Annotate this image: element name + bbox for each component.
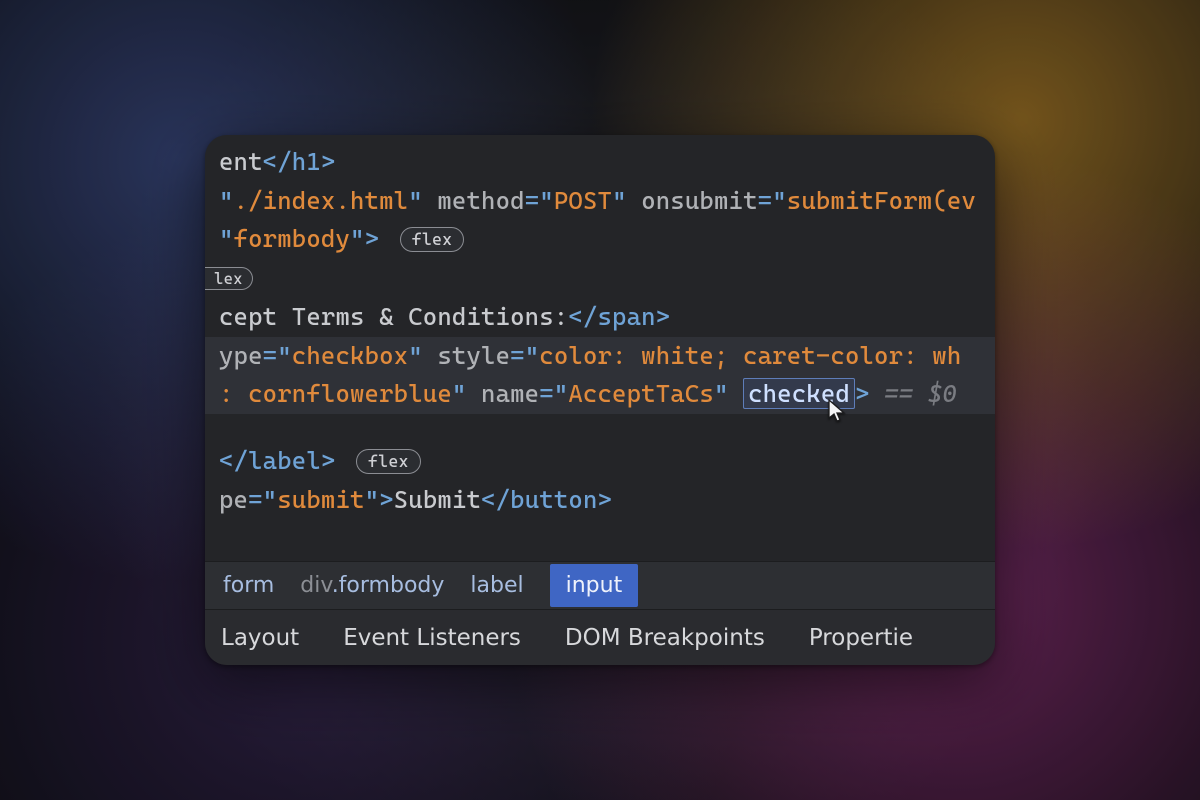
code-line[interactable]: ent</h1> bbox=[205, 143, 995, 182]
code-line[interactable]: lex bbox=[205, 259, 995, 298]
attr-value: submitForm(ev bbox=[787, 186, 976, 215]
attr-name: method bbox=[437, 186, 524, 215]
text-node: cept Terms & Conditions: bbox=[219, 302, 568, 331]
punct: =" bbox=[510, 341, 539, 370]
breadcrumb-label[interactable]: label bbox=[470, 573, 523, 598]
punct: " bbox=[408, 186, 423, 215]
attr-name: onsubmit bbox=[641, 186, 757, 215]
code-line[interactable]: cept Terms & Conditions:</span> bbox=[205, 298, 995, 337]
attr-name: name bbox=[481, 379, 539, 408]
punct: " bbox=[714, 379, 729, 408]
attr-checked-selected[interactable]: checked bbox=[743, 378, 855, 409]
punct: =" bbox=[248, 485, 277, 514]
punct: "> bbox=[350, 224, 379, 253]
side-panel-tabs[interactable]: Layout Event Listeners DOM Breakpoints P… bbox=[205, 609, 995, 665]
attr-value: formbody bbox=[234, 224, 350, 253]
tab-properties[interactable]: Propertie bbox=[809, 625, 913, 651]
attr-value: ./index.html bbox=[234, 186, 409, 215]
code-line[interactable]: "./index.html" method="POST" onsubmit="s… bbox=[205, 182, 995, 221]
attr-value: checkbox bbox=[292, 341, 408, 370]
flex-badge[interactable]: flex bbox=[400, 227, 465, 252]
attr-name: ype bbox=[219, 341, 263, 370]
punct: =" bbox=[263, 341, 292, 370]
breadcrumb-div-formbody[interactable]: div.formbody bbox=[300, 573, 444, 598]
closing-tag-label: </label> bbox=[219, 446, 335, 475]
breadcrumb-tag: div bbox=[300, 573, 331, 598]
text-fragment: ent bbox=[219, 147, 263, 176]
attr-value: AcceptTaCs bbox=[568, 379, 714, 408]
tab-dom-breakpoints[interactable]: DOM Breakpoints bbox=[565, 625, 765, 651]
code-line[interactable]: pe="submit">Submit</button> bbox=[205, 481, 995, 520]
attr-name: pe bbox=[219, 485, 248, 514]
punct: =" bbox=[539, 379, 568, 408]
punct: " bbox=[408, 341, 423, 370]
punct: " bbox=[452, 379, 467, 408]
punct: " bbox=[219, 224, 234, 253]
flex-badge[interactable]: flex bbox=[356, 449, 421, 474]
attr-name: style bbox=[437, 341, 510, 370]
punct: " bbox=[612, 186, 627, 215]
code-line-selected[interactable]: ype="checkbox" style="color: white; care… bbox=[205, 337, 995, 376]
closing-tag-button: </button> bbox=[481, 485, 612, 514]
tab-layout[interactable]: Layout bbox=[221, 625, 299, 651]
code-line-selected[interactable]: : cornflowerblue" name="AcceptTaCs" chec… bbox=[205, 375, 995, 414]
punct: " bbox=[219, 186, 234, 215]
dom-breadcrumbs[interactable]: form div.formbody label input bbox=[205, 561, 995, 609]
attr-value: submit bbox=[277, 485, 364, 514]
text-node: Submit bbox=[394, 485, 481, 514]
tab-event-listeners[interactable]: Event Listeners bbox=[343, 625, 521, 651]
code-line[interactable]: </label> flex bbox=[205, 442, 995, 481]
punct: "> bbox=[365, 485, 394, 514]
punct: > bbox=[855, 379, 870, 408]
closing-tag-span: </span> bbox=[568, 302, 670, 331]
breadcrumb-input-active[interactable]: input bbox=[550, 564, 639, 607]
breadcrumb-form[interactable]: form bbox=[223, 573, 274, 598]
devtools-elements-panel: ent</h1> "./index.html" method="POST" on… bbox=[205, 135, 995, 665]
console-ref: == $0 bbox=[870, 379, 957, 408]
flex-badge[interactable]: lex bbox=[205, 267, 253, 290]
code-line[interactable]: "formbody"> flex bbox=[205, 220, 995, 259]
attr-value: : cornflowerblue bbox=[219, 379, 452, 408]
breadcrumb-class: .formbody bbox=[332, 573, 445, 598]
dom-tree[interactable]: ent</h1> "./index.html" method="POST" on… bbox=[205, 135, 995, 519]
attr-value: POST bbox=[554, 186, 612, 215]
punct: =" bbox=[758, 186, 787, 215]
closing-tag-h1: </h1> bbox=[263, 147, 336, 176]
attr-value: color: white; caret-color: wh bbox=[539, 341, 961, 370]
punct: =" bbox=[525, 186, 554, 215]
